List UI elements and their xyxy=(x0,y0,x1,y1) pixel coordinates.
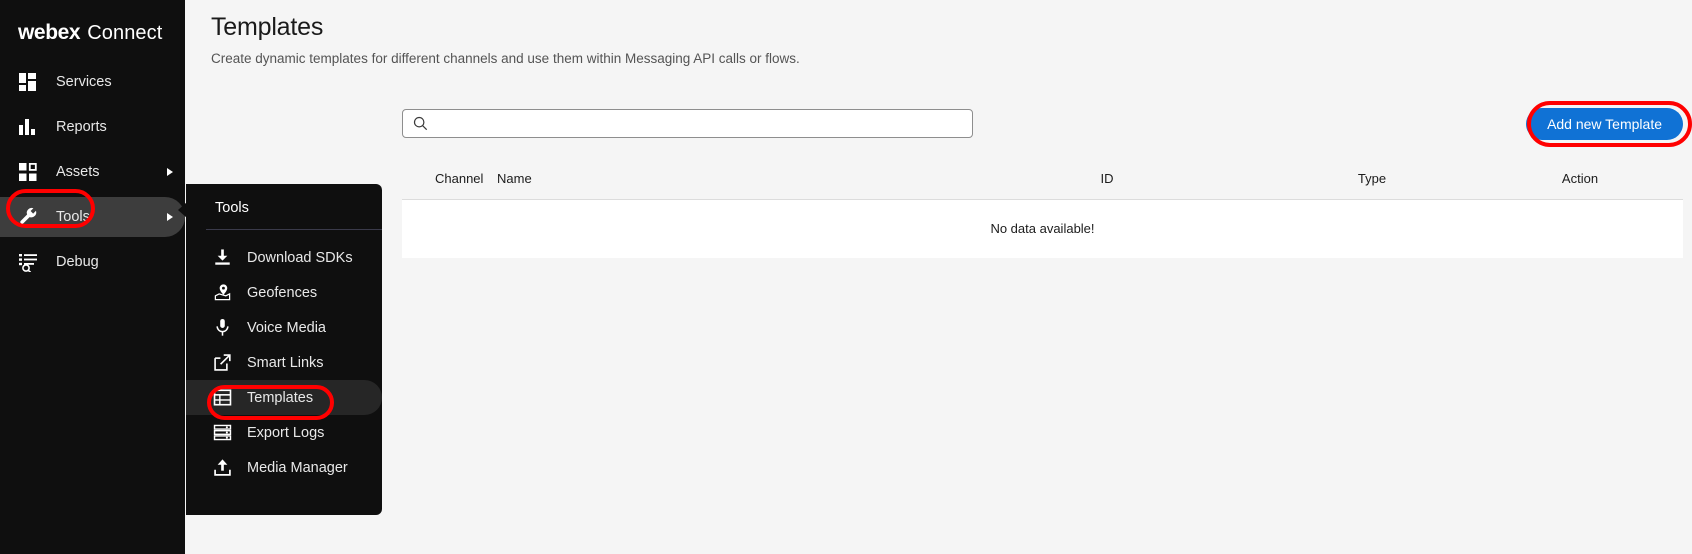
microphone-icon xyxy=(211,317,233,339)
flyout-pointer-icon xyxy=(178,202,187,218)
flyout-item-media-manager[interactable]: Media Manager xyxy=(186,450,382,485)
reports-icon xyxy=(16,115,40,139)
flyout-divider xyxy=(206,229,382,230)
primary-sidebar: webex Connect Services Reports Assets To… xyxy=(0,0,185,554)
sidebar-item-assets[interactable]: Assets xyxy=(0,152,185,192)
sidebar-item-label: Services xyxy=(56,73,112,90)
table-header: Channel Name ID Type Action xyxy=(402,171,1683,200)
sidebar-item-label: Tools xyxy=(56,208,90,225)
flyout-item-smart-links[interactable]: Smart Links xyxy=(186,345,382,380)
column-header-type[interactable]: Type xyxy=(1257,171,1487,200)
tools-wrench-icon xyxy=(16,205,40,229)
column-header-action[interactable]: Action xyxy=(1487,171,1683,200)
sidebar-item-tools[interactable]: Tools xyxy=(0,197,185,237)
search-icon xyxy=(413,116,428,131)
brand-name: webex xyxy=(18,21,81,44)
flyout-item-export-logs[interactable]: Export Logs xyxy=(186,415,382,450)
brand-product: Connect xyxy=(87,21,163,44)
download-icon xyxy=(211,247,233,269)
search-input[interactable] xyxy=(436,116,956,131)
column-header-id[interactable]: ID xyxy=(957,171,1257,200)
flyout-item-templates[interactable]: Templates xyxy=(186,380,382,415)
column-header-channel[interactable]: Channel xyxy=(402,171,497,200)
flyout-item-geofences[interactable]: Geofences xyxy=(186,275,382,310)
sidebar-item-label: Assets xyxy=(56,163,100,180)
sidebar-item-reports[interactable]: Reports xyxy=(0,107,185,147)
geofence-map-pin-icon xyxy=(211,282,233,304)
flyout-item-label: Export Logs xyxy=(247,424,325,441)
page-header: Templates Create dynamic templates for d… xyxy=(185,0,1692,66)
external-link-icon xyxy=(211,352,233,374)
page-subtitle: Create dynamic templates for different c… xyxy=(211,51,800,66)
flyout-item-download-sdks[interactable]: Download SDKs xyxy=(186,240,382,275)
flyout-item-label: Templates xyxy=(247,389,314,406)
app-root: webex Connect Services Reports Assets To… xyxy=(0,0,1692,554)
sidebar-item-label: Debug xyxy=(56,253,99,270)
export-logs-icon xyxy=(211,422,233,444)
flyout-item-label: Smart Links xyxy=(247,354,324,371)
sidebar-item-services[interactable]: Services xyxy=(0,62,185,102)
search-box[interactable] xyxy=(402,109,973,138)
add-new-template-button[interactable]: Add new Template xyxy=(1526,108,1683,140)
assets-icon xyxy=(16,160,40,184)
table-header-row: Channel Name ID Type Action xyxy=(402,171,1683,200)
flyout-item-label: Voice Media xyxy=(247,319,326,336)
column-header-name[interactable]: Name xyxy=(497,171,957,200)
flyout-item-label: Media Manager xyxy=(247,459,348,476)
empty-state-message: No data available! xyxy=(402,199,1683,258)
table-body: No data available! xyxy=(402,199,1683,258)
flyout-item-voice-media[interactable]: Voice Media xyxy=(186,310,382,345)
templates-table-container: Channel Name ID Type Action No data avai… xyxy=(402,171,1683,258)
sidebar-item-debug[interactable]: Debug xyxy=(0,242,185,282)
flyout-list: Download SDKs Geofences Voice Media Smar… xyxy=(186,240,382,485)
upload-icon xyxy=(211,457,233,479)
flyout-item-label: Geofences xyxy=(247,284,318,301)
flyout-title: Tools xyxy=(215,200,249,216)
templates-table: Channel Name ID Type Action No data avai… xyxy=(402,171,1683,258)
table-empty-row: No data available! xyxy=(402,199,1683,258)
page-title: Templates xyxy=(211,13,324,41)
main-content: Templates Create dynamic templates for d… xyxy=(185,0,1692,554)
brand-logo: webex Connect xyxy=(0,0,185,52)
flyout-item-label: Download SDKs xyxy=(247,249,353,266)
chevron-right-icon xyxy=(167,168,173,176)
chevron-right-icon xyxy=(167,213,173,221)
debug-icon xyxy=(16,250,40,274)
tools-submenu-flyout: Tools Download SDKs Geofences Voice Medi… xyxy=(178,184,382,515)
toolbar: Add new Template xyxy=(185,101,1692,151)
sidebar-item-label: Reports xyxy=(56,118,107,135)
sidebar-nav: Services Reports Assets Tools Debug xyxy=(0,62,185,282)
template-table-icon xyxy=(211,387,233,409)
services-icon xyxy=(16,70,40,94)
